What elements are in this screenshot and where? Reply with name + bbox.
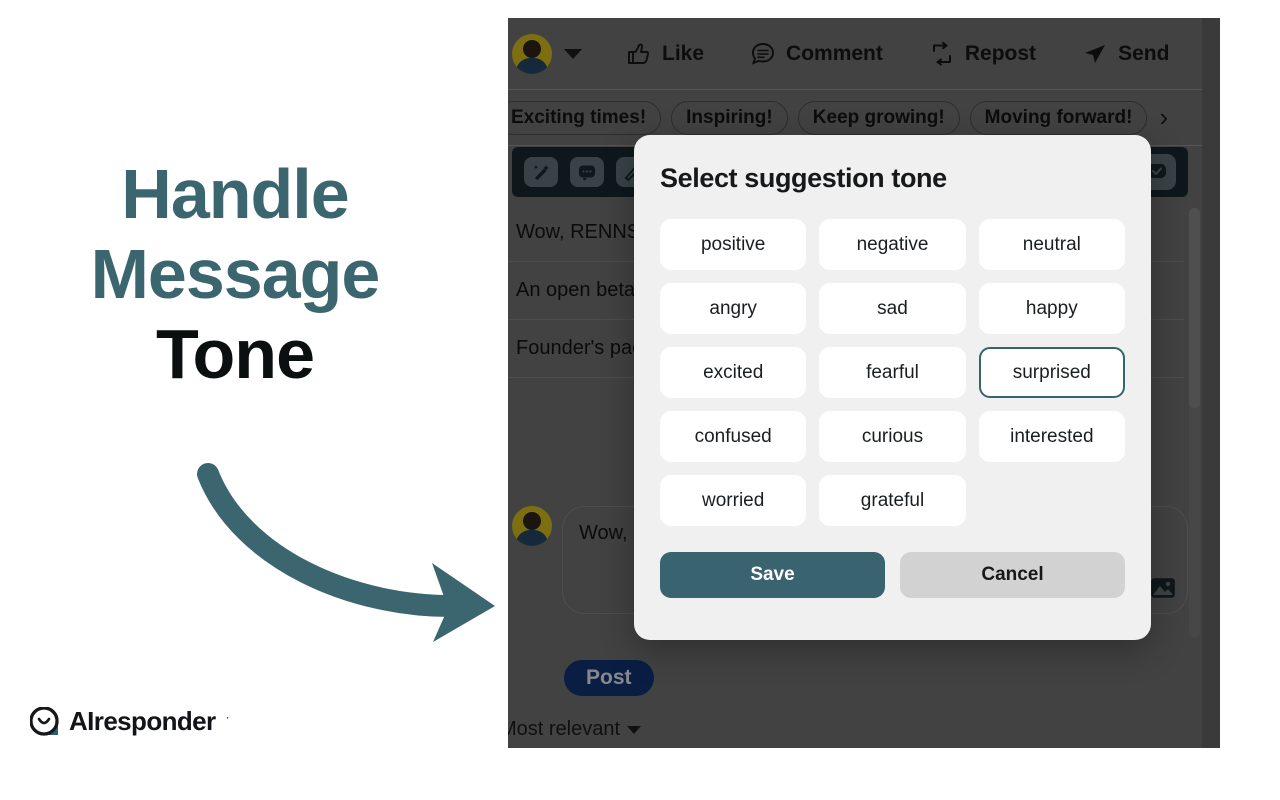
tone-selector-modal: Select suggestion tone positive negative… xyxy=(634,135,1151,640)
like-label: Like xyxy=(662,41,705,65)
comment-bubble-icon xyxy=(750,41,776,67)
tone-option-confused[interactable]: confused xyxy=(660,411,807,462)
thumbs-up-icon xyxy=(626,41,652,67)
promo-screenshot-composite: Handle Message Tone AIresponder · Like C… xyxy=(0,0,1280,800)
promo-headline-line-3: Tone xyxy=(155,314,315,393)
repost-label: Repost xyxy=(964,41,1037,65)
repost-button[interactable]: Repost xyxy=(929,41,1036,67)
chevron-down-icon xyxy=(627,725,642,734)
tone-option-surprised[interactable]: surprised xyxy=(978,347,1125,398)
tone-option-sad[interactable]: sad xyxy=(819,283,966,334)
save-button[interactable]: Save xyxy=(660,552,885,598)
chevron-down-icon[interactable] xyxy=(564,48,582,59)
tone-option-excited[interactable]: excited xyxy=(660,347,807,398)
post-button[interactable]: Post xyxy=(564,660,654,696)
tone-option-grateful[interactable]: grateful xyxy=(819,475,966,526)
modal-title: Select suggestion tone xyxy=(660,163,947,193)
tone-option-interested[interactable]: interested xyxy=(978,411,1125,462)
brand-trademark: · xyxy=(225,710,230,724)
send-label: Send xyxy=(1118,41,1170,65)
brand-name: AIresponder xyxy=(69,706,216,736)
tone-option-positive[interactable]: positive xyxy=(660,219,807,270)
tone-option-neutral[interactable]: neutral xyxy=(978,219,1125,270)
magic-wand-icon[interactable] xyxy=(524,157,558,187)
repost-arrows-icon xyxy=(929,41,955,67)
avatar-selector[interactable] xyxy=(512,33,582,74)
promo-headline: Handle Message Tone xyxy=(0,155,470,394)
smiley-chat-bubble-icon xyxy=(29,705,60,737)
promo-headline-line-1: Handle xyxy=(121,155,349,233)
comment-button[interactable]: Comment xyxy=(750,41,883,67)
chat-bubble-icon[interactable] xyxy=(570,157,604,187)
brand-logo: AIresponder · xyxy=(29,705,230,737)
avatar xyxy=(512,33,552,74)
avatar xyxy=(512,506,552,546)
chip-moving-forward[interactable]: Moving forward! xyxy=(969,100,1148,135)
tone-option-fearful[interactable]: fearful xyxy=(819,347,966,398)
curved-arrow-right-icon xyxy=(197,463,495,642)
vertical-scrollbar[interactable] xyxy=(1189,208,1200,638)
like-button[interactable]: Like xyxy=(626,41,704,67)
tone-option-worried[interactable]: worried xyxy=(660,475,807,526)
modal-action-row: Save Cancel xyxy=(660,552,1125,598)
send-paper-plane-icon xyxy=(1082,41,1108,67)
chevron-right-icon[interactable]: › xyxy=(1159,102,1168,133)
scrollbar-thumb[interactable] xyxy=(1189,208,1200,408)
chip-exciting-times[interactable]: Exciting times! xyxy=(508,100,662,135)
tone-option-curious[interactable]: curious xyxy=(819,411,966,462)
tone-option-grid: positive negative neutral angry sad happ… xyxy=(660,219,1125,526)
tone-option-negative[interactable]: negative xyxy=(819,219,966,270)
post-action-bar: Like Comment Repost Send xyxy=(508,18,1220,90)
sort-selector[interactable]: Most relevant xyxy=(508,718,642,741)
sort-label: Most relevant xyxy=(508,718,621,740)
chip-inspiring[interactable]: Inspiring! xyxy=(671,100,788,135)
chip-keep-growing[interactable]: Keep growing! xyxy=(797,100,960,135)
comment-label: Comment xyxy=(786,41,883,65)
tone-option-angry[interactable]: angry xyxy=(660,283,807,334)
promo-headline-line-2: Message xyxy=(90,234,381,313)
panel-edge xyxy=(1202,18,1220,748)
tone-option-happy[interactable]: happy xyxy=(978,283,1125,334)
image-upload-icon[interactable] xyxy=(1150,577,1176,604)
cancel-button[interactable]: Cancel xyxy=(900,552,1125,598)
send-button[interactable]: Send xyxy=(1082,41,1169,67)
